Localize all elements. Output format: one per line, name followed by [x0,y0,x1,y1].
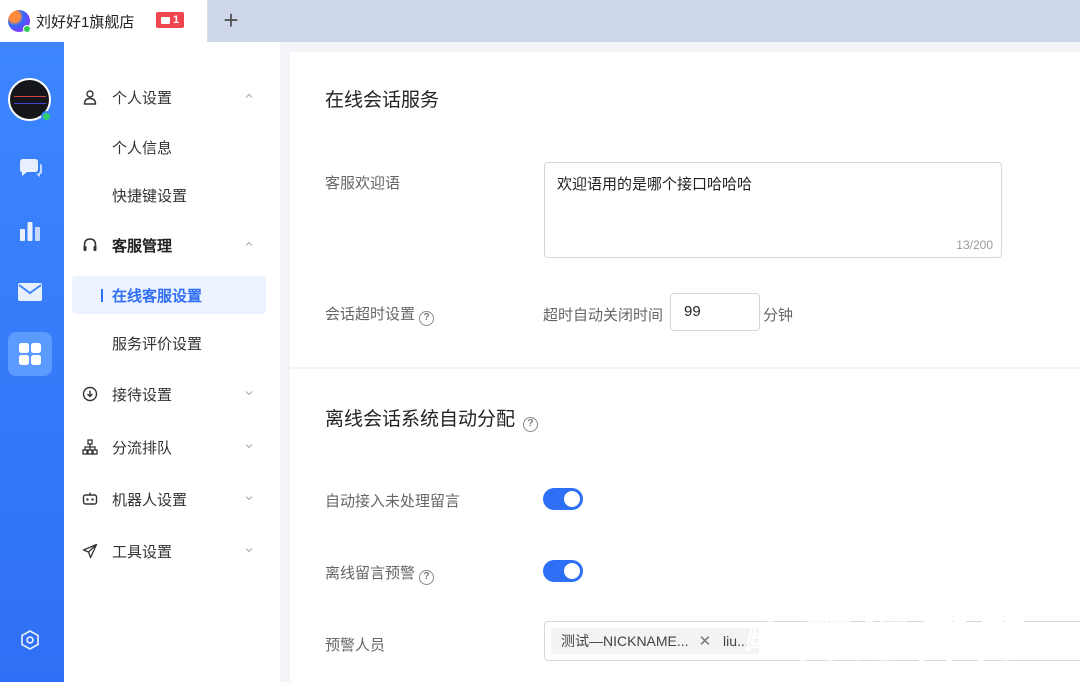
chevron-down-icon [245,548,253,553]
settings-content: 在线会话服务 客服欢迎语 欢迎语用的是哪个接口哈哈哈 13/200 会话超时设置… [290,52,1080,682]
chevron-down-icon [245,444,253,449]
auto-accept-label: 自动接入未处理留言 [325,493,461,510]
send-icon [82,543,98,559]
timeout-minutes-input[interactable]: 99 [670,293,760,331]
settings-hexagon-icon [21,630,39,650]
settings-menu: 个人设置 个人信息 快捷键设置 客服管理 在线客服设置 服务评价设置 接待设置 … [64,42,280,682]
timeout-prefix: 超时自动关闭时间 [543,307,664,324]
offline-warning-label: 离线留言预警? [325,562,435,585]
menu-tool-settings[interactable]: 工具设置 [64,531,280,571]
timeout-unit: 分钟 [763,307,794,324]
svg-text:电商运营官: 电商运营官 [739,613,1029,667]
char-counter: 13/200 [956,238,993,252]
org-tree-icon [82,439,98,455]
welcome-text: 欢迎语用的是哪个接口哈哈哈 [557,176,753,193]
menu-personal-info[interactable]: 个人信息 [72,128,266,166]
close-icon[interactable]: ✕ [699,632,712,650]
chevron-down-icon [245,391,253,396]
chat-nav-button[interactable] [8,148,52,192]
message-badge[interactable]: 1 [156,12,184,28]
welcome-label: 客服欢迎语 [325,175,401,192]
settings-nav-button[interactable] [8,618,52,662]
tab-title: 刘好好1旗舰店 [36,13,135,31]
help-icon[interactable]: ? [419,311,435,326]
person-tag[interactable]: 测试—NICKNAME... ✕ [551,628,722,654]
shop-logo-icon [8,10,31,33]
online-status-dot [41,111,52,122]
mail-nav-button[interactable] [8,270,52,314]
tab-bar: 刘好好1旗舰店 1 + [0,0,1080,42]
chevron-up-icon [245,93,253,98]
user-icon [83,90,97,105]
menu-cs-management[interactable]: 客服管理 [64,225,280,265]
mail-icon [18,283,42,301]
menu-service-evaluation[interactable]: 服务评价设置 [72,324,266,362]
warning-people-label: 预警人员 [325,637,386,654]
welcome-textarea[interactable]: 欢迎语用的是哪个接口哈哈哈 13/200 [544,162,1002,258]
chevron-down-icon [245,496,253,501]
stats-nav-button[interactable] [8,209,52,253]
timeout-label: 会话超时设置? [325,303,435,326]
menu-personal-settings[interactable]: 个人设置 [64,77,280,117]
watermark-logo: 电商运营官 [735,606,1075,674]
menu-robot-settings[interactable]: 机器人设置 [64,479,280,519]
menu-online-cs-settings[interactable]: 在线客服设置 [72,276,266,314]
shop-tab[interactable]: 刘好好1旗舰店 1 [0,0,208,42]
online-session-title: 在线会话服务 [325,90,440,111]
add-tab-button[interactable]: + [218,7,244,34]
headset-icon [83,238,97,251]
apps-nav-button[interactable] [8,332,52,376]
online-session-card: 在线会话服务 客服欢迎语 欢迎语用的是哪个接口哈哈哈 13/200 会话超时设置… [290,52,1080,367]
chat-icon [20,159,42,177]
menu-queue-routing[interactable]: 分流排队 [64,427,280,467]
offline-warning-toggle[interactable] [543,560,583,582]
download-circle-icon [82,386,98,402]
help-icon[interactable]: ? [419,570,435,585]
menu-reception-settings[interactable]: 接待设置 [64,374,280,414]
menu-shortcut-settings[interactable]: 快捷键设置 [72,176,266,214]
robot-icon [82,492,98,505]
chart-icon [20,222,40,241]
offline-session-title: 离线会话系统自动分配? [325,404,539,432]
help-icon[interactable]: ? [523,417,539,432]
auto-accept-toggle[interactable] [543,488,583,510]
envelope-icon [160,16,170,24]
icon-rail [0,42,64,682]
grid-icon [19,343,41,365]
active-indicator [101,289,103,302]
chevron-up-icon [245,241,253,246]
